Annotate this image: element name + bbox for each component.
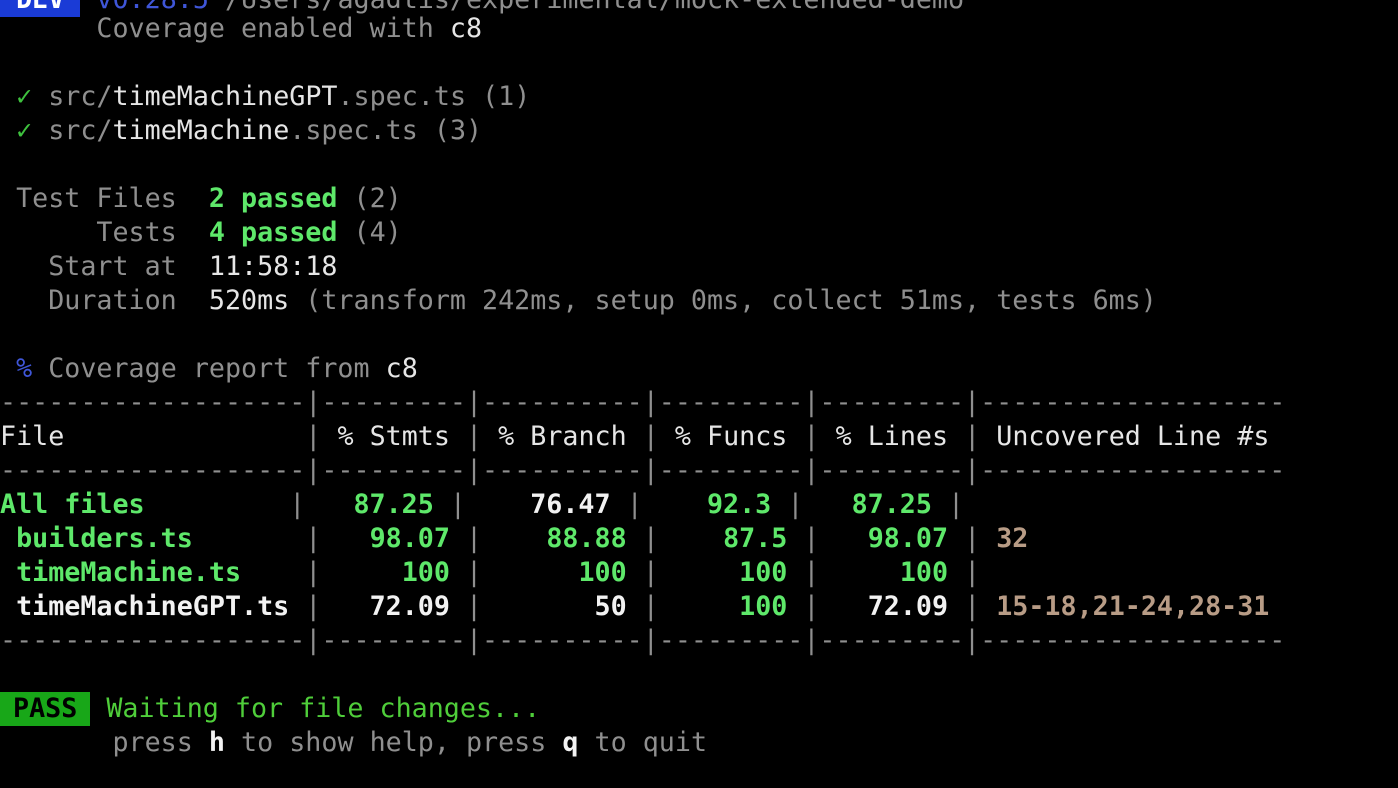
summary-start: Start at 11:58:18 — [0, 250, 337, 284]
cell-stmts: 72.09 — [369, 591, 450, 622]
table-row: All files | 87.25 | 76.47 | 92.3 | 87.25… — [0, 489, 981, 520]
cell-stmts: 100 — [401, 557, 450, 588]
coverage-enabled-line: Coverage enabled with c8 — [96, 13, 483, 44]
keyboard-hint-line: press h to show help, press q to quit — [112, 727, 708, 758]
col-header-file: File — [0, 421, 65, 452]
cell-file: timeMachine.ts — [0, 557, 242, 588]
col-header-funcs: % Funcs — [674, 421, 788, 452]
cell-branch: 88.88 — [546, 523, 627, 554]
summary-value: 11:58:18 — [208, 251, 338, 282]
spec-file-name: timeMachineGPT — [112, 81, 338, 112]
summary-label: Tests — [96, 217, 177, 248]
test-count: (3) — [417, 115, 483, 146]
summary-label: Duration — [48, 285, 177, 316]
col-header-branch: % Branch — [498, 421, 627, 452]
table-separator: -------------------|---------|----------… — [0, 387, 1286, 418]
cell-branch: 50 — [594, 591, 627, 622]
watch-status-line: PASS Waiting for file changes... — [0, 692, 540, 726]
summary-duration: Duration 520ms (transform 242ms, setup 0… — [0, 284, 1157, 318]
cell-funcs: 87.5 — [723, 523, 788, 554]
cell-file: All files — [0, 489, 145, 520]
cell-file: timeMachineGPT.ts — [0, 591, 290, 622]
quit-key[interactable]: q — [562, 727, 578, 758]
coverage-report-title: % Coverage report from c8 — [16, 353, 418, 384]
pass-badge: PASS — [0, 692, 91, 726]
cell-file: builders.ts — [0, 523, 193, 554]
spec-file-name: timeMachine — [112, 115, 290, 146]
col-header-uncovered: Uncovered Line #s — [996, 421, 1270, 452]
coverage-tool: c8 — [449, 13, 483, 44]
cell-uncovered: 15-18,21-24,28-31 — [996, 591, 1270, 622]
col-header-lines: % Lines — [835, 421, 949, 452]
cell-uncovered: 32 — [996, 523, 1029, 554]
cell-funcs: 100 — [739, 591, 788, 622]
watch-status: Waiting for file changes... — [106, 693, 541, 724]
summary-tests: Tests 4 passed (4) — [96, 217, 402, 248]
check-icon: ✓ — [16, 81, 33, 112]
cell-lines: 98.07 — [867, 523, 949, 554]
cell-stmts: 87.25 — [353, 489, 434, 520]
cell-funcs: 92.3 — [706, 489, 772, 520]
cell-lines: 72.09 — [867, 591, 949, 622]
check-icon: ✓ — [16, 115, 33, 146]
table-separator: -------------------|---------|----------… — [0, 625, 1286, 656]
help-key[interactable]: h — [209, 727, 225, 758]
table-row: timeMachine.ts | 100 | 100 | 100 | 100 | — [0, 557, 997, 588]
summary-value: 520ms — [208, 285, 290, 316]
cell-branch: 76.47 — [530, 489, 611, 520]
col-header-stmts: % Stmts — [337, 421, 450, 452]
spec-file-line: ✓ src/timeMachine.spec.ts (3) — [16, 115, 483, 146]
table-row: timeMachineGPT.ts | 72.09 | 50 | 100 | 7… — [0, 591, 1270, 622]
terminal-window: DEV v0.28.5 /Users/agadtis/experimental/… — [0, 0, 1398, 788]
summary-label: Start at — [48, 251, 177, 282]
percent-icon: % — [16, 353, 33, 384]
cell-stmts: 98.07 — [369, 523, 450, 554]
cell-funcs: 100 — [739, 557, 788, 588]
summary-label: Test Files — [16, 183, 177, 214]
spec-file-line: ✓ src/timeMachineGPT.spec.ts (1) — [16, 81, 531, 112]
cell-branch: 100 — [578, 557, 627, 588]
table-row: builders.ts | 98.07 | 88.88 | 87.5 | 98.… — [0, 523, 1029, 554]
duration-breakdown: (transform 242ms, setup 0ms, collect 51m… — [289, 285, 1157, 316]
table-header-row: File | % Stmts | % Branch | % Funcs | % … — [0, 421, 1270, 452]
table-separator: -------------------|---------|----------… — [0, 455, 1286, 486]
summary-value: 4 passed — [208, 217, 338, 248]
cell-lines: 100 — [899, 557, 949, 588]
summary-test-files: Test Files 2 passed (2) — [16, 183, 402, 214]
summary-value: 2 passed — [208, 183, 338, 214]
cell-lines: 87.25 — [851, 489, 932, 520]
test-count: (1) — [466, 81, 531, 112]
